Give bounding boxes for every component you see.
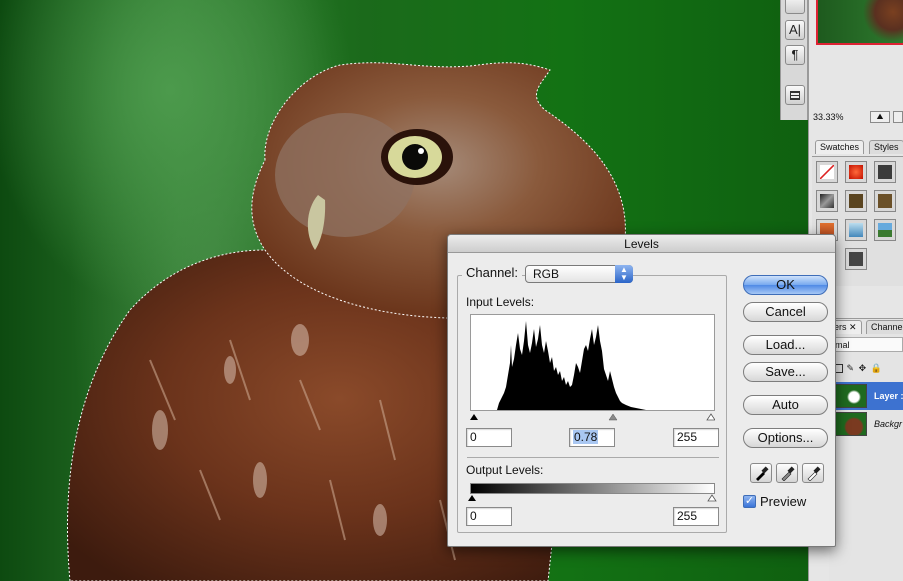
histogram [470, 314, 715, 411]
channel-label: Channel: [462, 265, 523, 281]
output-black-field[interactable]: 0 [466, 507, 512, 526]
separator [467, 457, 719, 458]
style-blue-glass[interactable] [845, 219, 867, 241]
layer-row-layer-1[interactable]: Layer : [832, 382, 903, 410]
palette-icon [790, 91, 800, 101]
type-tool-button[interactable]: A| [785, 20, 805, 40]
dialog-title[interactable]: Levels [448, 235, 835, 253]
style-sky[interactable] [874, 219, 896, 241]
layer-row-background[interactable]: Backgr [832, 410, 903, 438]
style-charcoal[interactable] [845, 248, 867, 270]
move-icon[interactable]: ✥ [859, 363, 868, 373]
preview-checkbox[interactable]: ✓ [743, 495, 756, 508]
checkmark-icon: ✓ [744, 495, 755, 507]
channel-select[interactable]: RGB ▲ ▼ [525, 265, 633, 283]
input-black-handle[interactable] [470, 414, 478, 420]
tab-channels[interactable]: Channe [866, 320, 903, 334]
navigator-thumbnail[interactable] [816, 0, 903, 45]
lock-icon[interactable]: 🔒 [871, 363, 883, 373]
layer-thumbnail [835, 412, 867, 436]
input-gamma-handle[interactable] [608, 413, 618, 421]
output-black-handle[interactable] [468, 495, 476, 501]
output-gradient-bar [470, 483, 715, 494]
eyedropper-gray-icon[interactable] [776, 463, 798, 483]
style-none[interactable] [816, 161, 838, 183]
input-levels-label: Input Levels: [466, 295, 535, 309]
preview-label: Preview [760, 494, 807, 509]
levels-dialog: Levels Channel: RGB ▲ ▼ Input Levels: 0 0… [447, 234, 836, 547]
palette-toggle-button[interactable] [785, 85, 805, 105]
brush-icon[interactable]: ✎ [847, 363, 856, 373]
output-white-field[interactable]: 255 [673, 507, 719, 526]
close-icon[interactable]: ✕ [847, 322, 857, 332]
input-white-handle[interactable] [706, 413, 715, 421]
auto-button[interactable]: Auto [743, 395, 828, 415]
load-button[interactable]: Load... [743, 335, 828, 355]
input-levels-slider[interactable] [470, 413, 715, 421]
zoom-level-field[interactable]: 33.33% [811, 111, 866, 124]
paragraph-tool-button[interactable]: ¶ [785, 45, 805, 65]
input-white-field[interactable]: 255 [673, 428, 719, 447]
output-levels-slider[interactable] [466, 494, 720, 502]
tab-swatches[interactable]: Swatches [815, 140, 865, 154]
ok-button[interactable]: OK [743, 275, 828, 295]
mountain-small-icon: ⛰ [876, 112, 884, 121]
layer-thumbnail [835, 384, 867, 408]
layer-name: Backgr [874, 419, 903, 429]
save-button[interactable]: Save... [743, 362, 828, 382]
output-levels-label: Output Levels: [466, 463, 544, 477]
options-button[interactable]: Options... [743, 428, 828, 448]
style-red-glow[interactable] [845, 161, 867, 183]
style-brown[interactable] [874, 190, 896, 212]
tab-styles[interactable]: Styles [869, 140, 903, 154]
zoom-out-button[interactable]: ⛰ [870, 111, 890, 123]
lock-controls: ✎ ✥ 🔒 [834, 362, 903, 374]
blend-mode-select[interactable]: mal [831, 337, 903, 352]
style-bronze[interactable] [845, 190, 867, 212]
zoom-slider[interactable] [893, 111, 903, 123]
tool-strip: A| ¶ [780, 0, 808, 120]
input-black-field[interactable]: 0 [466, 428, 512, 447]
style-chrome[interactable] [816, 190, 838, 212]
popup-arrows-icon: ▲ ▼ [615, 265, 633, 283]
histogram-graph [497, 321, 646, 410]
style-dark[interactable] [874, 161, 896, 183]
input-gamma-field[interactable]: 0.78 [569, 428, 615, 447]
layer-name: Layer : [874, 391, 903, 401]
output-white-handle[interactable] [707, 494, 717, 502]
eyedropper-black-icon[interactable] [750, 463, 772, 483]
layers-panel [829, 318, 903, 581]
cancel-button[interactable]: Cancel [743, 302, 828, 322]
eyedropper-white-icon[interactable] [802, 463, 824, 483]
tool-button-top[interactable] [785, 0, 805, 14]
channel-value: RGB [533, 267, 560, 281]
